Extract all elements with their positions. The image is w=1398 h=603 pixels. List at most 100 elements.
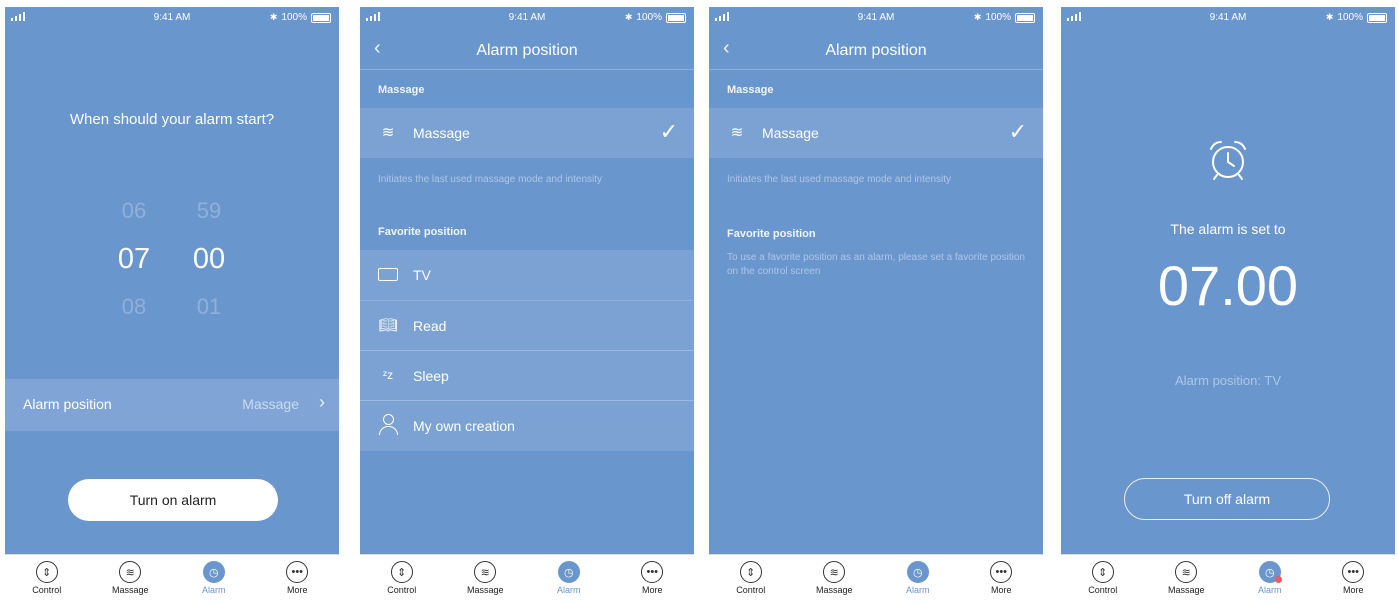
turn-on-alarm-button[interactable]: Turn on alarm (68, 479, 278, 521)
bluetooth-icon: ✱ (269, 12, 278, 22)
tab-control[interactable]: ⇕ Control (12, 555, 82, 595)
list-item-massage[interactable]: ≋ Massage ✓ (360, 108, 694, 158)
time-picker[interactable]: 06 07 08 59 00 01 (5, 187, 339, 319)
page-title: Alarm position (825, 42, 927, 59)
massage-icon: ≋ (823, 561, 846, 583)
tab-massage[interactable]: ≋ Massage (1151, 555, 1221, 595)
tab-control[interactable]: ⇕ Control (716, 555, 786, 595)
list-item-sleep[interactable]: ᶻz Sleep (360, 350, 694, 401)
hour-prev[interactable]: 06 (109, 187, 159, 235)
hour-next[interactable]: 08 (109, 283, 159, 331)
list-item-tv[interactable]: TV (360, 250, 694, 300)
tab-bar: ⇕ Control ≋ Massage ◷ Alarm ••• More (360, 554, 694, 603)
checkmark-icon: ✓ (659, 119, 678, 144)
more-icon: ••• (990, 561, 1013, 583)
battery-icon (311, 12, 331, 23)
control-icon: ⇕ (35, 561, 58, 583)
section-massage: Massage (727, 84, 774, 96)
tab-more[interactable]: ••• More (262, 555, 332, 595)
tab-more-label: More (1342, 585, 1364, 595)
book-icon: 📖︎ (378, 317, 398, 334)
tab-alarm[interactable]: ◷ Alarm (534, 555, 604, 595)
sleep-icon: ᶻz (382, 368, 394, 382)
page-title: Alarm position (476, 42, 578, 59)
tab-control[interactable]: ⇕ Control (1068, 555, 1138, 595)
section-massage: Massage (378, 84, 425, 96)
status-bar: 9:41 AM ✱ 100% (360, 7, 694, 29)
list-item-own-creation-label: My own creation (413, 418, 515, 434)
battery-percent: 100% (281, 12, 307, 23)
minute-selected[interactable]: 00 (184, 235, 234, 283)
massage-hint: Initiates the last used massage mode and… (378, 174, 603, 185)
massage-icon: ≋ (119, 561, 142, 583)
tab-massage[interactable]: ≋ Massage (95, 555, 165, 595)
tab-more[interactable]: ••• More (966, 555, 1036, 595)
alarm-position-empty-screen: 9:41 AM ✱ 100% ‹ Alarm position Massage … (709, 7, 1043, 603)
bluetooth-icon: ✱ (973, 12, 982, 22)
tab-more[interactable]: ••• More (617, 555, 687, 595)
tv-icon (376, 262, 400, 286)
minute-next[interactable]: 01 (184, 283, 234, 331)
alarm-clock-icon: ◷ (1258, 561, 1282, 583)
list-item-sleep-label: Sleep (413, 368, 449, 384)
bluetooth-icon: ✱ (624, 12, 633, 22)
hour-column[interactable]: 06 07 08 (109, 187, 159, 331)
favorite-hint: To use a favorite position as an alarm, … (727, 252, 1025, 277)
section-favorite: Favorite position (378, 226, 467, 238)
massage-icon: ≋ (730, 124, 744, 141)
tab-control-label: Control (736, 585, 766, 595)
massage-icon: ≋ (1175, 561, 1198, 583)
tab-control-label: Control (32, 585, 62, 595)
list-item-massage[interactable]: ≋ Massage ✓ (709, 108, 1043, 158)
alarm-time-screen: 9:41 AM ✱ 100% When should your alarm st… (5, 7, 339, 603)
alarm-clock-icon (1210, 141, 1246, 180)
tab-more-label: More (641, 585, 663, 595)
status-bar: 9:41 AM ✱ 100% (5, 7, 339, 29)
tab-alarm[interactable]: ◷ Alarm (1235, 555, 1305, 595)
tab-massage-label: Massage (466, 585, 504, 595)
alarm-position-label: Alarm position (23, 396, 112, 412)
battery-icon (1015, 12, 1035, 23)
more-icon: ••• (641, 561, 664, 583)
massage-icon: ≋ (381, 124, 395, 141)
tab-control[interactable]: ⇕ Control (367, 555, 437, 595)
battery-percent: 100% (1337, 12, 1363, 23)
more-icon: ••• (1342, 561, 1365, 583)
alarm-position-text: Alarm position: TV (1175, 373, 1281, 388)
tab-alarm-label: Alarm (905, 585, 930, 595)
tab-bar: ⇕ Control ≋ Massage ◷ Alarm ••• More (1061, 554, 1395, 603)
hour-selected[interactable]: 07 (109, 235, 159, 283)
tab-alarm-label: Alarm (201, 585, 226, 595)
bluetooth-icon: ✱ (1325, 12, 1334, 22)
list-item-read[interactable]: 📖︎ Read (360, 300, 694, 351)
tab-alarm-label: Alarm (1257, 585, 1282, 595)
tab-massage-label: Massage (1167, 585, 1205, 595)
tab-control-label: Control (1088, 585, 1118, 595)
list-item-own-creation[interactable]: My own creation (360, 400, 694, 451)
status-bar: 9:41 AM ✱ 100% (1061, 7, 1395, 29)
tab-alarm[interactable]: ◷ Alarm (179, 555, 249, 595)
tab-more-label: More (286, 585, 308, 595)
tab-bar: ⇕ Control ≋ Massage ◷ Alarm ••• More (5, 554, 339, 603)
battery-icon (666, 12, 686, 23)
alarm-clock-icon: ◷ (557, 561, 580, 583)
chevron-right-icon: › (319, 392, 325, 412)
section-favorite: Favorite position (727, 228, 816, 240)
alarm-time: 07.00 (1157, 254, 1299, 317)
tab-massage[interactable]: ≋ Massage (450, 555, 520, 595)
nav-bar: ‹ Alarm position (360, 29, 694, 70)
control-icon: ⇕ (1091, 561, 1114, 583)
checkmark-icon: ✓ (1008, 119, 1027, 144)
tab-more[interactable]: ••• More (1318, 555, 1388, 595)
alarm-position-screen: 9:41 AM ✱ 100% ‹ Alarm position Massage … (360, 7, 694, 603)
alarm-position-row[interactable]: Alarm position Massage › (5, 379, 339, 431)
minute-column[interactable]: 59 00 01 (184, 187, 234, 331)
tab-bar: ⇕ Control ≋ Massage ◷ Alarm ••• More (709, 554, 1043, 603)
list-item-massage-label: Massage (413, 125, 470, 141)
tab-control-label: Control (387, 585, 417, 595)
massage-hint: Initiates the last used massage mode and… (727, 174, 952, 185)
minute-prev[interactable]: 59 (184, 187, 234, 235)
tab-massage[interactable]: ≋ Massage (799, 555, 869, 595)
turn-off-alarm-button[interactable]: Turn off alarm (1124, 478, 1330, 520)
tab-alarm[interactable]: ◷ Alarm (883, 555, 953, 595)
